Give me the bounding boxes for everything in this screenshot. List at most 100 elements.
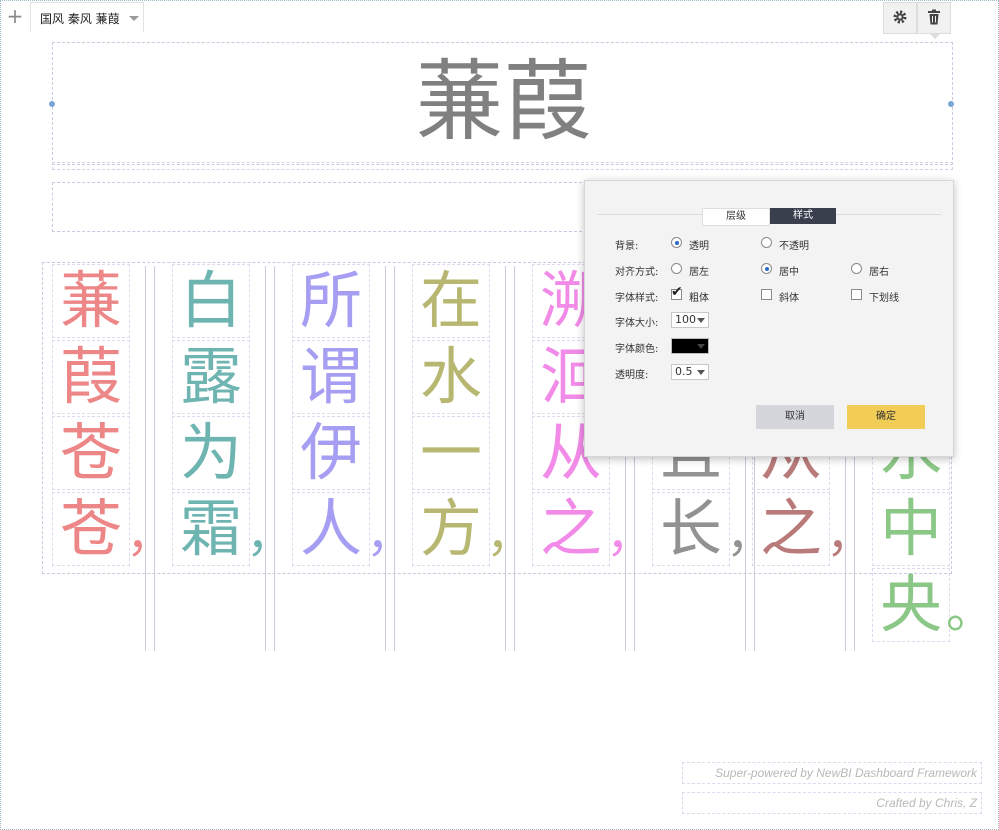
poem-char: 伊 (299, 416, 362, 489)
background-label: 背景: (615, 241, 639, 252)
tab-bar: + 国风 秦风 蒹葭 (0, 0, 999, 39)
font-style-label: 字体样式: (615, 293, 659, 304)
poem-cell[interactable]: 人 (292, 492, 370, 566)
poem-cell[interactable]: 在 (412, 264, 490, 338)
style-dialog: 层级 样式 背景: 透明 不透明 对齐方式: 居左 居中 居右 字体样式: ✔ … (584, 180, 954, 457)
opacity-select[interactable]: 0.5 (671, 364, 709, 380)
page-title: 蒹葭 (415, 50, 592, 153)
footer-credit-author: Crafted by Chris, Z (682, 792, 982, 814)
chevron-down-icon (697, 318, 705, 323)
footer-credit-framework: Super-powered by NewBI Dashboard Framewo… (682, 762, 982, 784)
poem-char: 之 (539, 492, 602, 565)
poem-char: 为 (179, 416, 242, 489)
poem-char: 所 (299, 264, 362, 337)
poem-punctuation: ， (826, 507, 875, 563)
poem-cell[interactable]: 水 (412, 340, 490, 414)
poem-cell[interactable]: 葭 (52, 340, 130, 414)
align-center-label: 居中 (779, 267, 799, 278)
poem-char: 露 (179, 340, 242, 413)
poem-cell[interactable]: 霜 (172, 492, 250, 566)
poem-cell[interactable]: 苍 (52, 492, 130, 566)
poem-punctuation: ， (246, 507, 295, 563)
resize-handle-right[interactable] (948, 101, 954, 107)
poem-cell[interactable]: 中 (872, 492, 950, 566)
bold-label: 粗体 (689, 293, 709, 304)
chevron-down-icon[interactable] (129, 16, 139, 21)
chevron-down-icon (697, 344, 705, 349)
poem-char: 霜 (179, 492, 242, 565)
italic-label: 斜体 (779, 293, 799, 304)
resize-handle-left[interactable] (49, 101, 55, 107)
underline-label: 下划线 (869, 293, 899, 304)
underline-checkbox[interactable] (851, 289, 862, 300)
poem-char: 谓 (299, 340, 362, 413)
column-guide (145, 266, 155, 651)
cancel-button[interactable]: 取消 (756, 405, 834, 429)
title-underline-widget (52, 162, 953, 170)
align-center-radio[interactable] (761, 263, 772, 274)
bold-checkbox[interactable]: ✔ (671, 285, 683, 300)
poem-char: 中 (879, 492, 942, 565)
opacity-value: 0.5 (675, 365, 693, 378)
align-left-radio[interactable] (671, 263, 682, 274)
column-guide (265, 266, 275, 651)
tab-style[interactable]: 样式 (770, 208, 836, 224)
poem-cell[interactable]: 谓 (292, 340, 370, 414)
plus-icon[interactable]: + (2, 3, 28, 29)
poem-cell[interactable]: 央 (872, 568, 950, 642)
subtitle-widget[interactable] (52, 182, 592, 232)
poem-char: 水 (419, 340, 482, 413)
poem-cell[interactable]: 之 (752, 492, 830, 566)
background-transparent-radio[interactable] (671, 237, 682, 248)
title-widget[interactable]: 蒹葭 (49, 42, 954, 165)
column-guide (385, 266, 395, 651)
poem-char: 方 (419, 492, 482, 565)
font-size-label: 字体大小: (615, 318, 659, 329)
settings-button[interactable] (883, 2, 917, 34)
poem-char: 央 (879, 568, 942, 641)
poem-cell[interactable]: 为 (172, 416, 250, 490)
poem-cell[interactable]: 一 (412, 416, 490, 490)
poem-char: 在 (419, 264, 482, 337)
poem-char: 人 (299, 492, 362, 565)
poem-cell[interactable]: 白 (172, 264, 250, 338)
poem-cell[interactable]: 伊 (292, 416, 370, 490)
poem-cell[interactable]: 之 (532, 492, 610, 566)
background-opaque-label: 不透明 (779, 241, 809, 252)
poem-punctuation: ， (726, 507, 775, 563)
font-size-select[interactable]: 100 (671, 312, 709, 328)
poem-cell[interactable]: 长 (652, 492, 730, 566)
toolbar-pointer (929, 33, 941, 39)
poem-cell[interactable]: 方 (412, 492, 490, 566)
gear-icon (893, 10, 907, 24)
font-color-picker[interactable] (671, 338, 709, 354)
poem-char: 苍 (59, 416, 122, 489)
column-guide (505, 266, 515, 651)
align-right-radio[interactable] (851, 263, 862, 274)
poem-punctuation: 。 (946, 583, 995, 639)
poem-char: 白 (179, 264, 242, 337)
poem-char: 一 (419, 416, 482, 489)
poem-char: 长 (659, 492, 722, 565)
checkmark-icon: ✔ (671, 284, 683, 300)
poem-char: 蒹 (59, 264, 122, 337)
poem-punctuation: ， (486, 507, 535, 563)
tab-layer[interactable]: 层级 (702, 208, 770, 226)
delete-button[interactable] (917, 2, 951, 34)
trash-icon (928, 9, 940, 25)
tab-label: 国风 秦风 蒹葭 (40, 12, 120, 26)
poem-cell[interactable]: 露 (172, 340, 250, 414)
ok-button[interactable]: 确定 (847, 405, 925, 429)
chevron-down-icon (697, 370, 705, 375)
background-opaque-radio[interactable] (761, 237, 772, 248)
poem-cell[interactable]: 蒹 (52, 264, 130, 338)
poem-cell[interactable]: 所 (292, 264, 370, 338)
poem-punctuation: ， (606, 507, 655, 563)
italic-checkbox[interactable] (761, 289, 772, 300)
poem-punctuation: ， (366, 507, 415, 563)
poem-char: 葭 (59, 340, 122, 413)
tab-dashboard[interactable]: 国风 秦风 蒹葭 (30, 2, 144, 32)
poem-char: 苍 (59, 492, 122, 565)
align-label: 对齐方式: (615, 267, 659, 278)
poem-cell[interactable]: 苍 (52, 416, 130, 490)
